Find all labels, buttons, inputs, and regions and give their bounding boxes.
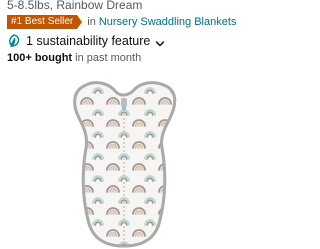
bought-count: 100+ bought bbox=[7, 52, 73, 64]
sustainability-button[interactable]: 1 sustainability feature bbox=[7, 32, 165, 50]
category-link[interactable]: Nursery Swaddling Blankets bbox=[99, 16, 237, 28]
leaf-icon bbox=[7, 34, 21, 48]
sustainability-label: 1 sustainability feature bbox=[26, 34, 151, 48]
best-seller-row: #1 Best Seller in Nursery Swaddling Blan… bbox=[7, 15, 236, 29]
bought-suffix: in past month bbox=[75, 52, 142, 64]
best-seller-badge[interactable]: #1 Best Seller bbox=[7, 15, 83, 29]
purchase-count: 100+ bought in past month bbox=[7, 52, 141, 64]
category-prefix: in bbox=[87, 16, 96, 28]
chevron-down-icon bbox=[155, 36, 165, 47]
product-variant-text: 5-8.5lbs, Rainbow Dream bbox=[7, 0, 143, 12]
product-image[interactable] bbox=[0, 72, 249, 249]
swaddle-garment bbox=[73, 81, 177, 248]
